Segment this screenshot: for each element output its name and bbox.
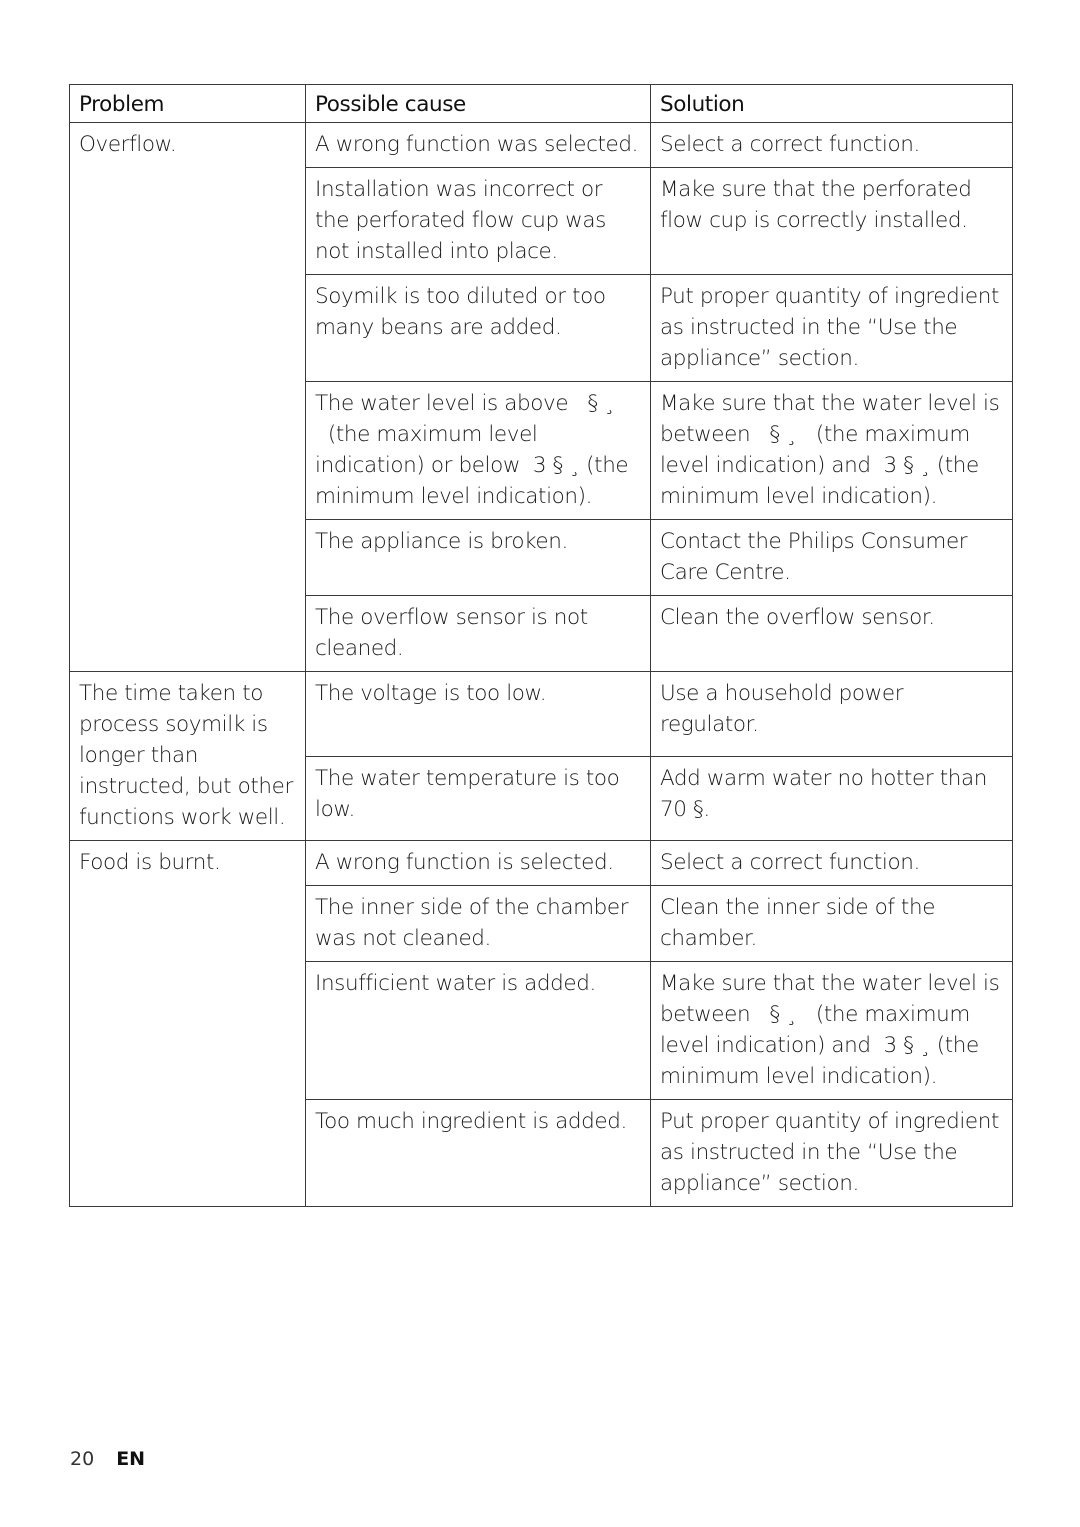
solution-cell: Put proper quantity of ingredient as ins… — [650, 274, 1013, 382]
solution-cell: Make sure that the perforated flow cup i… — [650, 167, 1013, 275]
problem-cell: Food is burnt. — [69, 840, 306, 1207]
cause-cell: The water level is above § ¸ (the maximu… — [305, 381, 651, 520]
cause-cell: The water temperature is too low. — [305, 755, 651, 841]
solution-cell: Select a correct function. — [650, 840, 1013, 886]
cause-cell: A wrong function is selected. — [305, 840, 651, 886]
cause-cell: The voltage is too low. — [305, 671, 651, 757]
cause-cell: The inner side of the chamber was not cl… — [305, 885, 651, 962]
solution-cell: Put proper quantity of ingredient as ins… — [650, 1099, 1013, 1207]
troubleshooting-table: Problem Possible cause Solution Overflow… — [69, 84, 1013, 1207]
table-row: The time taken to process soymilk is lon… — [69, 671, 1013, 841]
problem-cell: Overflow. — [69, 122, 306, 672]
language-code: EN — [116, 1448, 146, 1470]
page-number: 20 — [70, 1448, 95, 1470]
cause-cell: Soymilk is too diluted or too many beans… — [305, 274, 651, 382]
solution-cell: Contact the Philips Consumer Care Centre… — [650, 519, 1013, 596]
cause-cell: The appliance is broken. — [305, 519, 651, 596]
table-row: Food is burnt. A wrong function is selec… — [69, 840, 1013, 1207]
cause-cell: A wrong function was selected. — [305, 122, 651, 168]
solution-cell: Use a household power regulator. — [650, 671, 1013, 757]
cause-cell: Installation was incorrect or the perfor… — [305, 167, 651, 275]
page-footer: 20 EN — [70, 1448, 145, 1470]
table-row: Overflow. A wrong function was selected.… — [69, 122, 1013, 672]
cause-cell: The overflow sensor is not cleaned. — [305, 595, 651, 672]
cause-cell: Too much ingredient is added. — [305, 1099, 651, 1207]
header-possible-cause: Possible cause — [305, 84, 651, 123]
solution-cell: Make sure that the water level is betwee… — [650, 961, 1013, 1100]
header-solution: Solution — [650, 84, 1013, 123]
solution-cell: Clean the inner side of the chamber. — [650, 885, 1013, 962]
solution-cell: Select a correct function. — [650, 122, 1013, 168]
solution-cell: Make sure that the water level is betwee… — [650, 381, 1013, 520]
cause-cell: Insufficient water is added. — [305, 961, 651, 1100]
problem-cell: The time taken to process soymilk is lon… — [69, 671, 306, 841]
solution-cell: Clean the overflow sensor. — [650, 595, 1013, 672]
solution-cell: Add warm water no hotter than 70 §. — [650, 755, 1013, 841]
table-header-row: Problem Possible cause Solution — [69, 84, 1013, 123]
header-problem: Problem — [69, 84, 306, 123]
